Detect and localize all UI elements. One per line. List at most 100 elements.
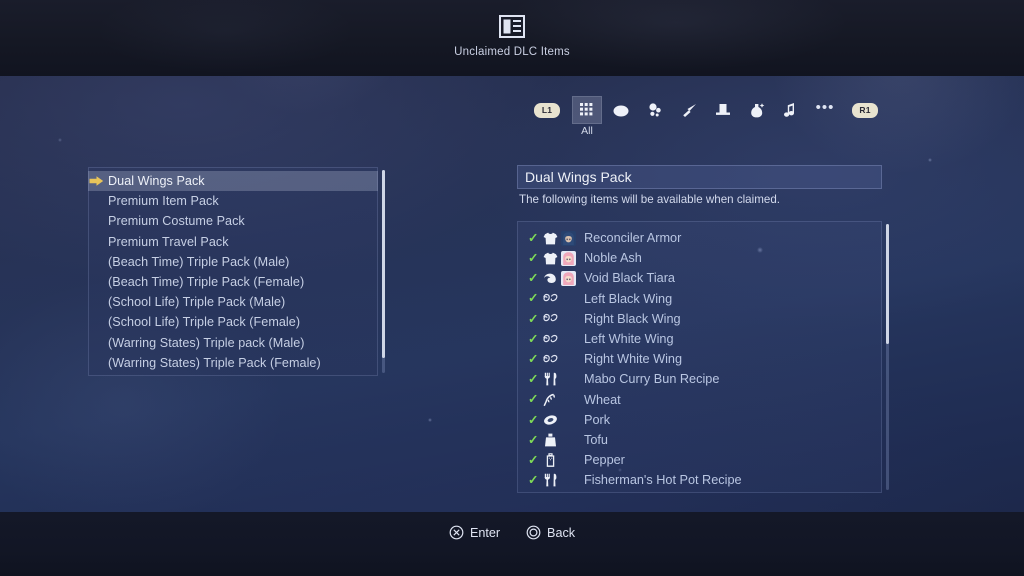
detail-item-row[interactable]: ✓ Noble Ash: [517, 248, 882, 268]
pack-list-item-label: Premium Travel Pack: [108, 234, 229, 249]
detail-item-row[interactable]: ✓ Mabo Curry Bun Recipe: [517, 369, 882, 389]
detail-item-label: Mabo Curry Bun Recipe: [584, 372, 720, 387]
pack-list-item[interactable]: (Beach Time) Triple Pack (Female): [88, 272, 378, 292]
category-toolbar[interactable]: L1 All ••• R1: [534, 96, 878, 137]
detail-item-row[interactable]: ✓ Left Black Wing: [517, 289, 882, 309]
pack-list-item-label: (School Life) Triple Pack (Female): [108, 315, 301, 330]
claimed-check-icon: ✓: [528, 432, 539, 447]
pack-list-item-label: (Beach Time) Triple Pack (Female): [108, 275, 305, 290]
detail-item-label: Tofu: [584, 432, 608, 447]
detail-items-list[interactable]: ✓ Reconciler Armor ✓ Noble Ash ✓ Void Black T…: [517, 228, 882, 490]
pack-list-item[interactable]: (School Life) Triple Pack (Male): [88, 292, 378, 312]
pack-list-scrollbar-thumb[interactable]: [382, 170, 385, 358]
claimed-check-icon: ✓: [528, 311, 539, 326]
detail-item-row[interactable]: ✓ Tofu: [517, 430, 882, 450]
claimed-check-icon: ✓: [528, 331, 539, 346]
pack-list-item[interactable]: (Warring States) Triple Pack (Female): [88, 353, 378, 373]
potion-icon: [751, 102, 765, 117]
cutlery-icon: [541, 372, 559, 386]
pack-list-item[interactable]: (School Life) Triple Pack (Female): [88, 312, 378, 332]
detail-item-label: Fisherman's Hot Pot Recipe: [584, 473, 742, 488]
detail-items-panel[interactable]: ✓ Reconciler Armor ✓ Noble Ash ✓ Void Black T…: [517, 221, 882, 493]
detail-item-label: Pepper: [584, 453, 625, 468]
detail-item-row[interactable]: ✓ Void Black Tiara: [517, 268, 882, 288]
tofu-icon: [541, 433, 559, 447]
detail-scrollbar-track[interactable]: [886, 224, 889, 490]
pack-list-item-label: (School Life) Triple Pack (Male): [108, 295, 286, 310]
detail-item-label: Left Black Wing: [584, 291, 673, 306]
music-note-icon: [784, 102, 794, 117]
l1-bumper-hint: L1: [534, 102, 560, 118]
pack-list-item[interactable]: (Beach Time) Triple Pack (Male): [88, 252, 378, 272]
wing-icon: [541, 293, 559, 304]
meat-icon: [541, 414, 559, 426]
category-materials[interactable]: [606, 96, 636, 124]
pack-list-item[interactable]: Premium Travel Pack: [88, 232, 378, 252]
detail-item-row[interactable]: ✓ Right White Wing: [517, 349, 882, 369]
detail-item-row[interactable]: ✓ Fisherman's Hot Pot Recipe: [517, 470, 882, 490]
character-portrait: [561, 270, 576, 286]
game-menu-screen: Unclaimed DLC Items L1 All ••• R1 Dual W…: [0, 0, 1024, 576]
dlc-box-icon: [499, 15, 525, 38]
detail-item-row[interactable]: ✓ Pepper: [517, 450, 882, 470]
ellipsis-icon: •••: [815, 99, 835, 116]
detail-item-row[interactable]: ✓ Left White Wing: [517, 329, 882, 349]
detail-item-row[interactable]: ✓ Pork: [517, 410, 882, 430]
footer-hint-enter[interactable]: Enter: [449, 525, 500, 540]
claimed-check-icon: ✓: [528, 473, 539, 488]
detail-item-label: Noble Ash: [584, 251, 642, 266]
pack-list-panel[interactable]: Dual Wings Pack Premium Item Pack Premium …: [88, 167, 378, 376]
detail-scrollbar-thumb[interactable]: [886, 224, 889, 344]
r1-bumper-hint: R1: [852, 102, 878, 118]
pack-list-scrollbar-track[interactable]: [382, 170, 385, 373]
detail-item-label: Wheat: [584, 392, 621, 407]
detail-item-label: Void Black Tiara: [584, 271, 675, 286]
detail-item-label: Right White Wing: [584, 352, 683, 367]
pack-list-item-label: Premium Item Pack: [108, 194, 219, 209]
category-ingredients[interactable]: [640, 96, 670, 124]
category-headwear[interactable]: [708, 96, 738, 124]
wing-icon: [541, 334, 559, 345]
grid-all-icon: [579, 102, 592, 115]
claimed-check-icon: ✓: [528, 452, 539, 467]
footer-hint-label: Enter: [469, 525, 501, 540]
detail-item-label: Right Black Wing: [584, 311, 681, 326]
pack-list-item[interactable]: Dual Wings Pack: [88, 171, 378, 192]
detail-item-row[interactable]: ✓ Right Black Wing: [517, 309, 882, 329]
footer-hints: Enter Back: [0, 525, 1024, 540]
pack-list[interactable]: Dual Wings Pack Premium Item Pack Premium …: [88, 171, 378, 373]
claimed-check-icon: ✓: [528, 251, 539, 266]
arrow-cursor-icon: [89, 176, 104, 186]
category-more[interactable]: •••: [810, 96, 840, 124]
detail-item-label: Pork: [584, 412, 611, 427]
pack-list-item-label: (Beach Time) Triple Pack (Male): [108, 254, 290, 269]
pack-list-item-label: Dual Wings Pack: [108, 174, 205, 189]
cutlery-icon: [541, 473, 559, 487]
category-all[interactable]: All: [572, 96, 602, 137]
category-consumables[interactable]: [742, 96, 772, 124]
category-weapons[interactable]: [674, 96, 704, 124]
category-all-label: All: [581, 125, 593, 137]
cross-button-icon: [449, 525, 464, 540]
pack-list-item[interactable]: Premium Costume Pack: [88, 211, 378, 231]
detail-item-row[interactable]: ✓ Reconciler Armor: [517, 228, 882, 248]
shirt-icon: [541, 252, 559, 265]
tiara-icon: [541, 272, 559, 285]
page-title: Unclaimed DLC Items: [454, 46, 570, 58]
pack-list-item[interactable]: Premium Item Pack: [88, 191, 378, 211]
pack-list-item-label: (Warring States) Triple Pack (Female): [108, 355, 321, 370]
pack-list-item[interactable]: (Warring States) Triple pack (Male): [88, 333, 378, 353]
detail-item-label: Left White Wing: [584, 332, 674, 347]
category-music[interactable]: [776, 96, 806, 124]
paw-icon: [648, 102, 661, 116]
claimed-check-icon: ✓: [528, 271, 539, 286]
wheat-icon: [541, 393, 559, 407]
detail-title: Dual Wings Pack: [517, 165, 882, 189]
sword-icon: [682, 103, 696, 117]
detail-item-row[interactable]: ✓ Wheat: [517, 390, 882, 410]
footer-hint-back[interactable]: Back: [526, 525, 575, 540]
claimed-check-icon: ✓: [528, 291, 539, 306]
detail-item-label: Reconciler Armor: [584, 231, 682, 246]
footer-hint-label: Back: [547, 525, 576, 540]
claimed-check-icon: ✓: [528, 372, 539, 387]
